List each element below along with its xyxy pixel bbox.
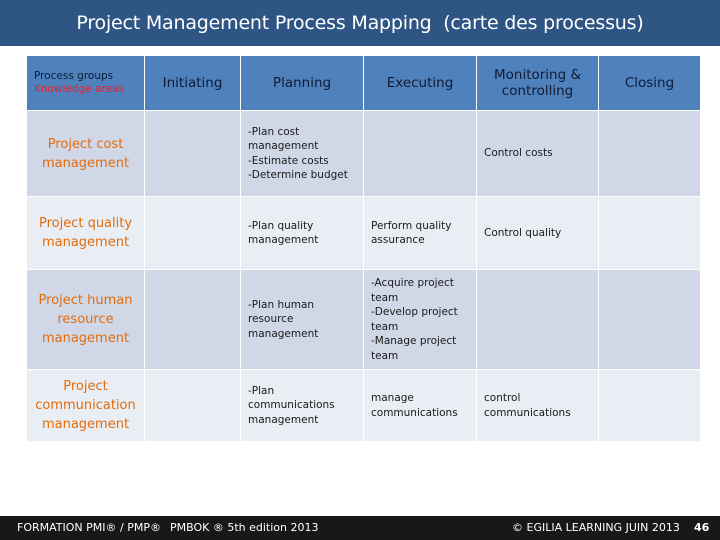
knowledge-area-label-line: management — [41, 417, 130, 432]
process-text-line: -Acquire project — [371, 277, 454, 289]
knowledge-area-label-line: communication — [35, 398, 136, 413]
process-cell-executing: -Acquire project team -Develop project team… — [363, 269, 477, 370]
process-text-line: -Plan quality — [248, 219, 314, 232]
corner-header: Process groups Knowledge areas — [26, 55, 145, 111]
process-cell-initiating — [144, 110, 241, 197]
process-text-line: assurance — [371, 234, 425, 246]
slide-title: Project Management Process Mapping (cart… — [76, 12, 644, 34]
process-text-line: resource — [248, 313, 294, 326]
header-initiating: Initiating — [144, 55, 241, 111]
process-text-line: communications — [484, 406, 571, 419]
process-text-line: -Determine budget — [248, 169, 348, 181]
page-number: 46 — [694, 521, 710, 534]
process-cell-planning: -Plan cost management -Estimate costs -Dete… — [240, 110, 364, 197]
process-text-line: management — [248, 140, 319, 152]
process-cell-planning: -Plan human resource management — [240, 269, 364, 370]
process-cell-planning: -Plan communications management — [240, 369, 364, 442]
process-cell-monitoring: Control quality — [476, 196, 599, 270]
process-cell-executing: manage communications — [363, 369, 477, 442]
knowledge-area-label-line: Project human — [38, 293, 133, 308]
table-row: Project human resource management -Plan hum… — [26, 269, 701, 370]
process-mapping-table: Process groups Knowledge areas Initiatin… — [26, 55, 701, 442]
process-text-line: management — [248, 413, 319, 426]
table-row: Project cost management -Plan cost manageme… — [26, 110, 701, 197]
knowledge-area-label-line: management — [41, 331, 130, 346]
process-cell-executing — [363, 110, 477, 197]
title-bar: Project Management Process Mapping (cart… — [0, 0, 720, 46]
header-executing: Executing — [363, 55, 477, 111]
table-row: Project quality management -Plan quality ma… — [26, 196, 701, 270]
process-text-line: -Manage project — [371, 335, 457, 347]
process-text-line: -Estimate costs — [248, 154, 329, 167]
knowledge-area-label-line: Project cost — [47, 136, 124, 152]
process-text-line: communications — [371, 406, 458, 419]
process-text-line: manage — [371, 392, 414, 404]
process-cell-closing — [598, 269, 701, 370]
process-text-line: Control costs — [484, 147, 553, 160]
process-text-line: -Plan human — [248, 298, 315, 311]
process-cell-executing: Perform quality assurance — [363, 196, 477, 270]
process-cell-monitoring: control communications — [476, 369, 599, 442]
process-cell-planning: -Plan quality management — [240, 196, 364, 270]
knowledge-areas-label: Knowledge areas — [34, 83, 124, 95]
knowledge-area-cell: Project human resource management — [26, 269, 145, 370]
process-text-line: Control quality — [484, 226, 562, 239]
process-text-line: -Plan cost — [248, 125, 300, 138]
knowledge-area-label-line: Project — [63, 379, 108, 394]
knowledge-area-label-line: management — [41, 155, 130, 171]
footer-bar: FORMATION PMI® / PMP® PMBOK ® 5th editio… — [0, 516, 720, 540]
process-cell-initiating — [144, 196, 241, 270]
process-text-line: team — [371, 291, 399, 304]
header-row: Process groups Knowledge areas Initiatin… — [26, 55, 701, 111]
process-cell-monitoring — [476, 269, 599, 370]
knowledge-area-cell: Project communication management — [26, 369, 145, 442]
process-text-line: team — [371, 349, 399, 362]
process-text-line: Perform quality — [371, 219, 452, 232]
process-text-line: -Develop project — [371, 306, 458, 318]
process-text-line: management — [248, 327, 319, 340]
footer-course: FORMATION PMI® / PMP® — [17, 521, 161, 534]
header-monitoring-controlling: Monitoring & controlling — [476, 55, 599, 111]
process-cell-closing — [598, 196, 701, 270]
process-groups-label: Process groups — [34, 70, 114, 82]
knowledge-area-cell: Project quality management — [26, 196, 145, 270]
process-text-line: team — [371, 320, 399, 333]
knowledge-area-label-line: Project quality — [38, 216, 133, 231]
footer-copyright: © EGILIA LEARNING JUIN 2013 — [512, 521, 680, 534]
knowledge-area-label-line: resource — [57, 312, 114, 327]
process-text-line: control — [484, 392, 521, 404]
process-cell-monitoring: Control costs — [476, 110, 599, 197]
knowledge-area-label-line: management — [41, 235, 130, 250]
process-cell-initiating — [144, 369, 241, 442]
header-planning: Planning — [240, 55, 364, 111]
process-cell-initiating — [144, 269, 241, 370]
knowledge-area-cell: Project cost management — [26, 110, 145, 197]
process-cell-closing — [598, 369, 701, 442]
process-cell-closing — [598, 110, 701, 197]
table-row: Project communication management -Plan comm… — [26, 369, 701, 442]
process-text-line: management — [248, 234, 319, 246]
process-text-line: -Plan communications — [248, 384, 335, 412]
header-closing: Closing — [598, 55, 701, 111]
footer-edition: PMBOK ® 5th edition 2013 — [170, 521, 319, 534]
